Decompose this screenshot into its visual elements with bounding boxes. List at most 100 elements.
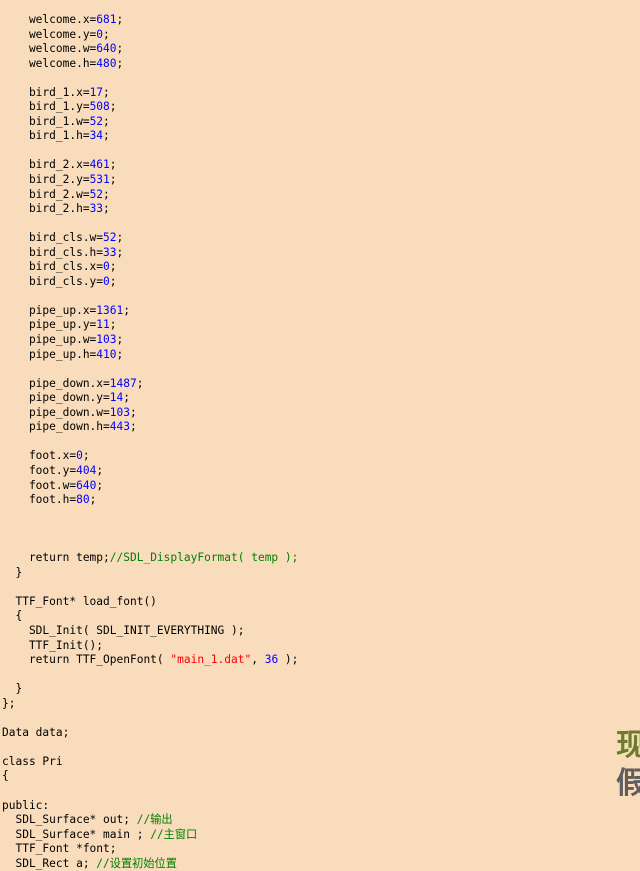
code-line: foot.w=640;	[2, 479, 612, 494]
code-token: ;	[123, 303, 130, 317]
code-token: bird_2.h=	[2, 202, 90, 216]
code-token: pipe_down.y=	[2, 391, 110, 405]
code-line: welcome.h=480;	[2, 57, 612, 72]
code-token: Data data;	[2, 725, 70, 739]
number-token: 508	[89, 100, 110, 114]
code-token: ;	[103, 187, 110, 201]
code-token: pipe_up.x=	[2, 303, 97, 317]
code-token: bird_2.w=	[2, 187, 90, 201]
code-line: }	[2, 566, 612, 581]
code-token: ;	[103, 27, 110, 41]
code-token: TTF_Font *font;	[2, 842, 117, 856]
number-token: 404	[76, 463, 97, 477]
code-token: foot.y=	[2, 463, 77, 477]
code-token: }	[2, 682, 23, 696]
number-token: 0	[103, 260, 110, 274]
code-line: bird_cls.x=0;	[2, 260, 612, 275]
code-token: SDL_Surface* out;	[2, 813, 137, 827]
code-token: ;	[96, 478, 104, 492]
code-token: pipe_down.h=	[2, 420, 110, 434]
code-line: bird_1.x=17;	[2, 86, 612, 101]
code-token: pipe_up.w=	[2, 333, 97, 347]
number-token: 461	[89, 158, 110, 172]
code-line: foot.y=404;	[2, 464, 612, 479]
code-line: foot.x=0;	[2, 449, 612, 464]
code-line: {	[2, 769, 612, 784]
code-line: {	[2, 609, 612, 624]
code-token: ;	[109, 158, 117, 172]
code-line: pipe_down.x=1487;	[2, 377, 612, 392]
code-token: ;	[116, 56, 124, 70]
code-token: bird_1.h=	[2, 129, 90, 143]
comment-token: //主窗口	[150, 827, 198, 841]
code-token: pipe_down.w=	[2, 405, 110, 419]
code-line: bird_1.y=508;	[2, 100, 612, 115]
code-line: return temp;//SDL_DisplayFormat( temp );	[2, 551, 612, 566]
code-line: };	[2, 697, 612, 712]
code-token: public:	[2, 798, 50, 812]
code-token: ;	[109, 318, 117, 332]
code-token: pipe_down.x=	[2, 376, 110, 390]
code-token: );	[278, 653, 299, 667]
code-token: {	[2, 609, 23, 623]
code-token: bird_cls.y=	[2, 274, 104, 288]
code-view: welcome.x=681; welcome.y=0; welcome.w=64…	[2, 13, 612, 871]
code-token: ;	[116, 347, 124, 361]
number-token: 52	[103, 231, 117, 245]
number-token: 52	[89, 114, 104, 128]
number-token: 443	[109, 420, 130, 434]
code-line: SDL_Surface* main ; //主窗口	[2, 828, 612, 843]
code-line: pipe_down.y=14;	[2, 391, 612, 406]
code-line: welcome.w=640;	[2, 42, 612, 57]
code-line: SDL_Init( SDL_INIT_EVERYTHING );	[2, 624, 612, 639]
code-line: welcome.x=681;	[2, 13, 612, 28]
number-token: 33	[103, 245, 117, 259]
comment-token: //SDL_DisplayFormat( temp );	[109, 551, 299, 565]
code-token: ;	[103, 129, 110, 143]
code-token: ;	[103, 85, 110, 99]
string-token: "main_1.dat"	[170, 653, 252, 667]
number-token: 36	[264, 653, 279, 667]
code-token: TTF_Init();	[2, 638, 104, 652]
number-token: 1487	[109, 376, 137, 390]
code-token: {	[2, 769, 9, 783]
number-token: 681	[96, 13, 117, 26]
number-token: 640	[96, 42, 117, 56]
code-line: }	[2, 682, 612, 697]
code-token: pipe_up.y=	[2, 318, 97, 332]
code-line: bird_cls.y=0;	[2, 275, 612, 290]
code-token: ;	[109, 100, 117, 114]
comment-token: //设置初始位置	[96, 856, 177, 870]
code-token: bird_cls.w=	[2, 231, 104, 245]
code-token: bird_1.w=	[2, 114, 90, 128]
code-line: bird_1.h=34;	[2, 129, 612, 144]
number-token: 480	[96, 56, 117, 70]
number-token: 103	[109, 405, 130, 419]
code-line: TTF_Font *font;	[2, 842, 612, 857]
number-token: 0	[103, 274, 110, 288]
code-token: bird_1.x=	[2, 85, 90, 99]
code-line: pipe_up.w=103;	[2, 333, 612, 348]
side-text-fragment: 现 假	[616, 727, 640, 803]
code-token: ;	[82, 449, 90, 463]
code-line: foot.h=80;	[2, 493, 612, 508]
number-token: 410	[96, 347, 117, 361]
number-token: 14	[109, 391, 124, 405]
code-line: bird_2.y=531;	[2, 173, 612, 188]
code-line: class Pri	[2, 755, 612, 770]
code-token: bird_1.y=	[2, 100, 90, 114]
code-line: pipe_up.x=1361;	[2, 304, 612, 319]
code-token: SDL_Init( SDL_INIT_EVERYTHING );	[2, 623, 245, 637]
code-line: Data data;	[2, 726, 612, 741]
code-line: bird_cls.h=33;	[2, 246, 612, 261]
code-line: return TTF_OpenFont( "main_1.dat", 36 );	[2, 653, 612, 668]
